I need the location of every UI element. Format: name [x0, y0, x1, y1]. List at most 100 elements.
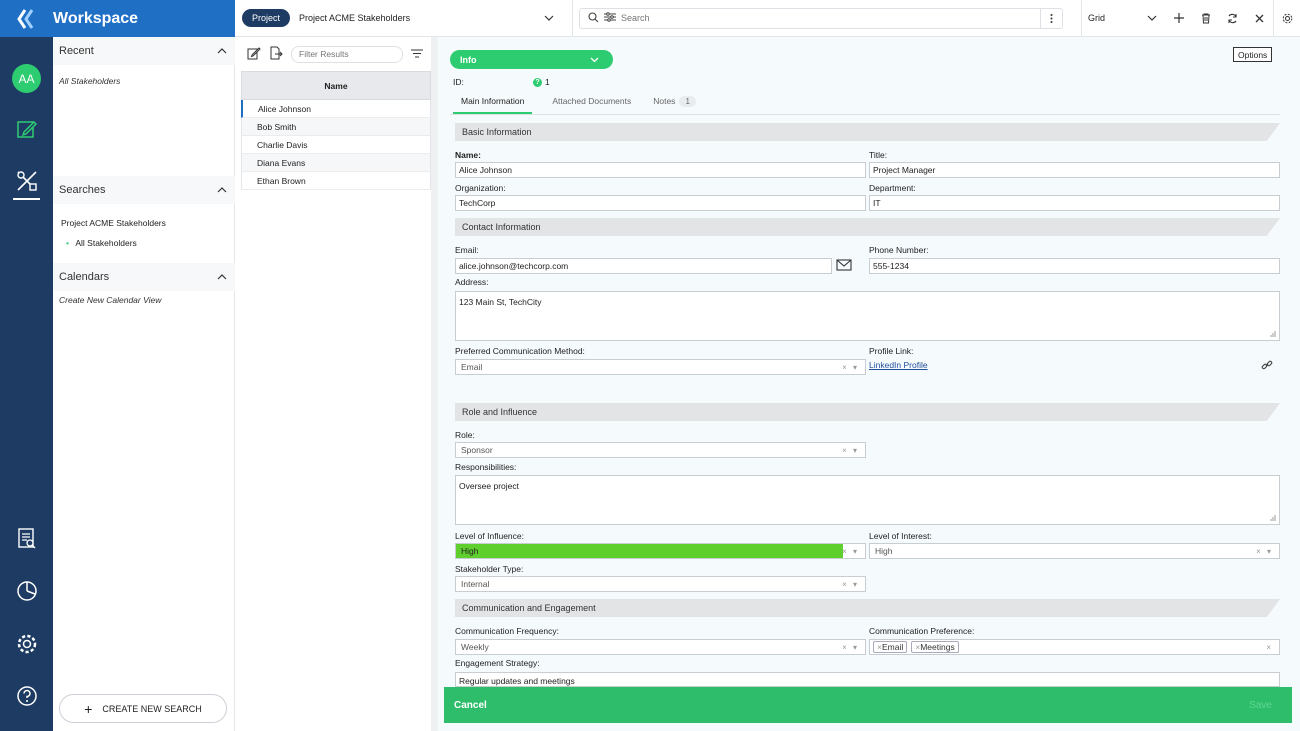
kebab-menu-icon[interactable] — [1040, 8, 1062, 28]
interest-label: Level of Interest: — [869, 531, 932, 541]
list-item[interactable]: Bob Smith — [241, 118, 431, 136]
title-field[interactable]: Project Manager — [869, 162, 1280, 178]
recent-item[interactable]: All Stakeholders — [59, 76, 120, 86]
section-basic-information: Basic Information — [455, 123, 1280, 141]
bullet-icon: • — [66, 238, 69, 248]
name-field[interactable]: Alice Johnson — [455, 162, 866, 178]
list-item[interactable]: Charlie Davis — [241, 136, 431, 154]
plus-icon: + — [84, 700, 93, 717]
tag-email[interactable]: ×Email — [873, 641, 908, 653]
create-new-search-button[interactable]: + CREATE NEW SEARCH — [59, 694, 227, 723]
pie-chart-icon[interactable] — [0, 580, 53, 602]
tab-attached-documents[interactable]: Attached Documents — [544, 93, 639, 114]
panel-splitter[interactable] — [431, 37, 438, 731]
export-icon[interactable] — [269, 46, 283, 62]
address-label: Address: — [455, 277, 489, 287]
preferred-method-value: Email — [461, 362, 483, 372]
frequency-label: Communication Frequency: — [455, 626, 559, 636]
chevron-down-icon[interactable] — [544, 13, 554, 23]
chevron-up-icon[interactable] — [217, 271, 227, 283]
comm-preference-multiselect[interactable]: ×Email ×Meetings × — [869, 639, 1280, 655]
save-button[interactable]: Save — [1249, 700, 1272, 711]
clear-dropdown-icon[interactable]: × ▾ — [842, 446, 859, 455]
settings-gear-icon[interactable] — [0, 633, 53, 655]
add-icon[interactable] — [1165, 0, 1192, 37]
search-project[interactable]: Project ACME Stakeholders — [61, 218, 235, 228]
tab-notes[interactable]: Notes 1 — [645, 93, 704, 114]
list-header[interactable]: Name — [241, 71, 431, 100]
brand-area: Workspace — [0, 0, 235, 37]
clear-dropdown-icon[interactable]: × ▾ — [842, 580, 859, 589]
chevron-up-icon[interactable] — [217, 45, 227, 57]
frequency-value: Weekly — [461, 642, 489, 652]
influence-select[interactable]: High × ▾ — [455, 543, 866, 559]
tools-icon[interactable] — [0, 169, 53, 193]
options-button[interactable]: Options — [1233, 47, 1273, 62]
stakeholder-type-label: Stakeholder Type: — [455, 564, 524, 574]
clear-dropdown-icon[interactable]: × ▾ — [842, 547, 859, 556]
trash-icon[interactable] — [1192, 0, 1219, 37]
envelope-icon[interactable] — [836, 259, 852, 273]
search-item[interactable]: • All Stakeholders — [61, 238, 235, 248]
linkedin-profile-link[interactable]: LinkedIn Profile — [869, 360, 928, 370]
phone-field[interactable]: 555-1234 — [869, 258, 1280, 274]
department-field[interactable]: IT — [869, 195, 1280, 211]
project-pill[interactable]: Project — [242, 9, 291, 27]
searches-section-header[interactable]: Searches — [53, 176, 235, 204]
edit-icon[interactable] — [247, 46, 261, 62]
active-indicator — [13, 198, 40, 200]
recent-section-header[interactable]: Recent — [53, 37, 235, 65]
organization-field[interactable]: TechCorp — [455, 195, 866, 211]
project-selector[interactable]: Project Project ACME Stakeholders — [235, 0, 573, 37]
frequency-select[interactable]: Weekly × ▾ — [455, 639, 866, 655]
filter-sliders-icon[interactable] — [604, 12, 616, 24]
avatar[interactable]: AA — [12, 64, 41, 93]
resize-grip-icon[interactable] — [1270, 515, 1276, 521]
list-item[interactable]: Alice Johnson — [241, 100, 431, 118]
list-item[interactable]: Diana Evans — [241, 154, 431, 172]
gear-icon[interactable] — [1273, 0, 1300, 37]
info-label: Info — [460, 54, 477, 65]
role-select[interactable]: Sponsor × ▾ — [455, 442, 866, 458]
app-logo-icon[interactable] — [0, 8, 53, 30]
search-input[interactable] — [621, 13, 1035, 23]
calendars-section-header[interactable]: Calendars — [53, 263, 235, 291]
email-field[interactable]: alice.johnson@techcorp.com — [455, 258, 832, 274]
engagement-strategy-textarea[interactable]: Regular updates and meetings — [455, 672, 1280, 687]
tab-main-information[interactable]: Main Information — [453, 93, 533, 114]
chevron-down-icon[interactable] — [1138, 0, 1165, 37]
help-icon[interactable] — [0, 685, 53, 707]
organization-label: Organization: — [455, 183, 506, 193]
clear-dropdown-icon[interactable]: × ▾ — [842, 643, 859, 652]
responsibilities-textarea[interactable]: Oversee project — [455, 475, 1280, 525]
stakeholder-type-select[interactable]: Internal × ▾ — [455, 576, 866, 592]
edit-icon[interactable] — [0, 118, 53, 140]
address-textarea[interactable]: 123 Main St, TechCity — [455, 291, 1280, 341]
refresh-icon[interactable] — [1219, 0, 1246, 37]
report-icon[interactable] — [0, 528, 53, 550]
help-badge-icon[interactable]: ? — [533, 77, 542, 87]
filter-results-input[interactable] — [291, 45, 403, 63]
clear-dropdown-icon[interactable]: × ▾ — [842, 363, 859, 372]
close-icon[interactable] — [1246, 0, 1273, 37]
filter-lines-icon[interactable] — [411, 48, 423, 60]
link-icon[interactable] — [1261, 359, 1273, 373]
cancel-button[interactable]: Cancel — [454, 700, 487, 711]
calendar-item[interactable]: Create New Calendar View — [59, 295, 161, 305]
clear-dropdown-icon[interactable]: × ▾ — [1256, 547, 1273, 556]
clear-all-icon[interactable]: × — [1266, 643, 1273, 652]
view-mode-select[interactable]: Grid — [1088, 13, 1138, 23]
tag-meetings[interactable]: ×Meetings — [911, 641, 959, 653]
results-list: Name Alice Johnson Bob Smith Charlie Dav… — [241, 37, 431, 731]
engagement-strategy-value: Regular updates and meetings — [459, 676, 575, 686]
list-item[interactable]: Ethan Brown — [241, 172, 431, 190]
resize-grip-icon[interactable] — [1270, 331, 1276, 337]
info-dropdown[interactable]: Info — [450, 50, 613, 69]
search-box[interactable] — [579, 7, 1063, 29]
preferred-method-label: Preferred Communication Method: — [455, 346, 585, 356]
profile-link-label: Profile Link: — [869, 346, 914, 356]
preferred-method-select[interactable]: Email × ▾ — [455, 359, 866, 375]
search-bar — [573, 0, 1081, 37]
interest-select[interactable]: High × ▾ — [869, 543, 1280, 559]
chevron-up-icon[interactable] — [217, 184, 227, 196]
